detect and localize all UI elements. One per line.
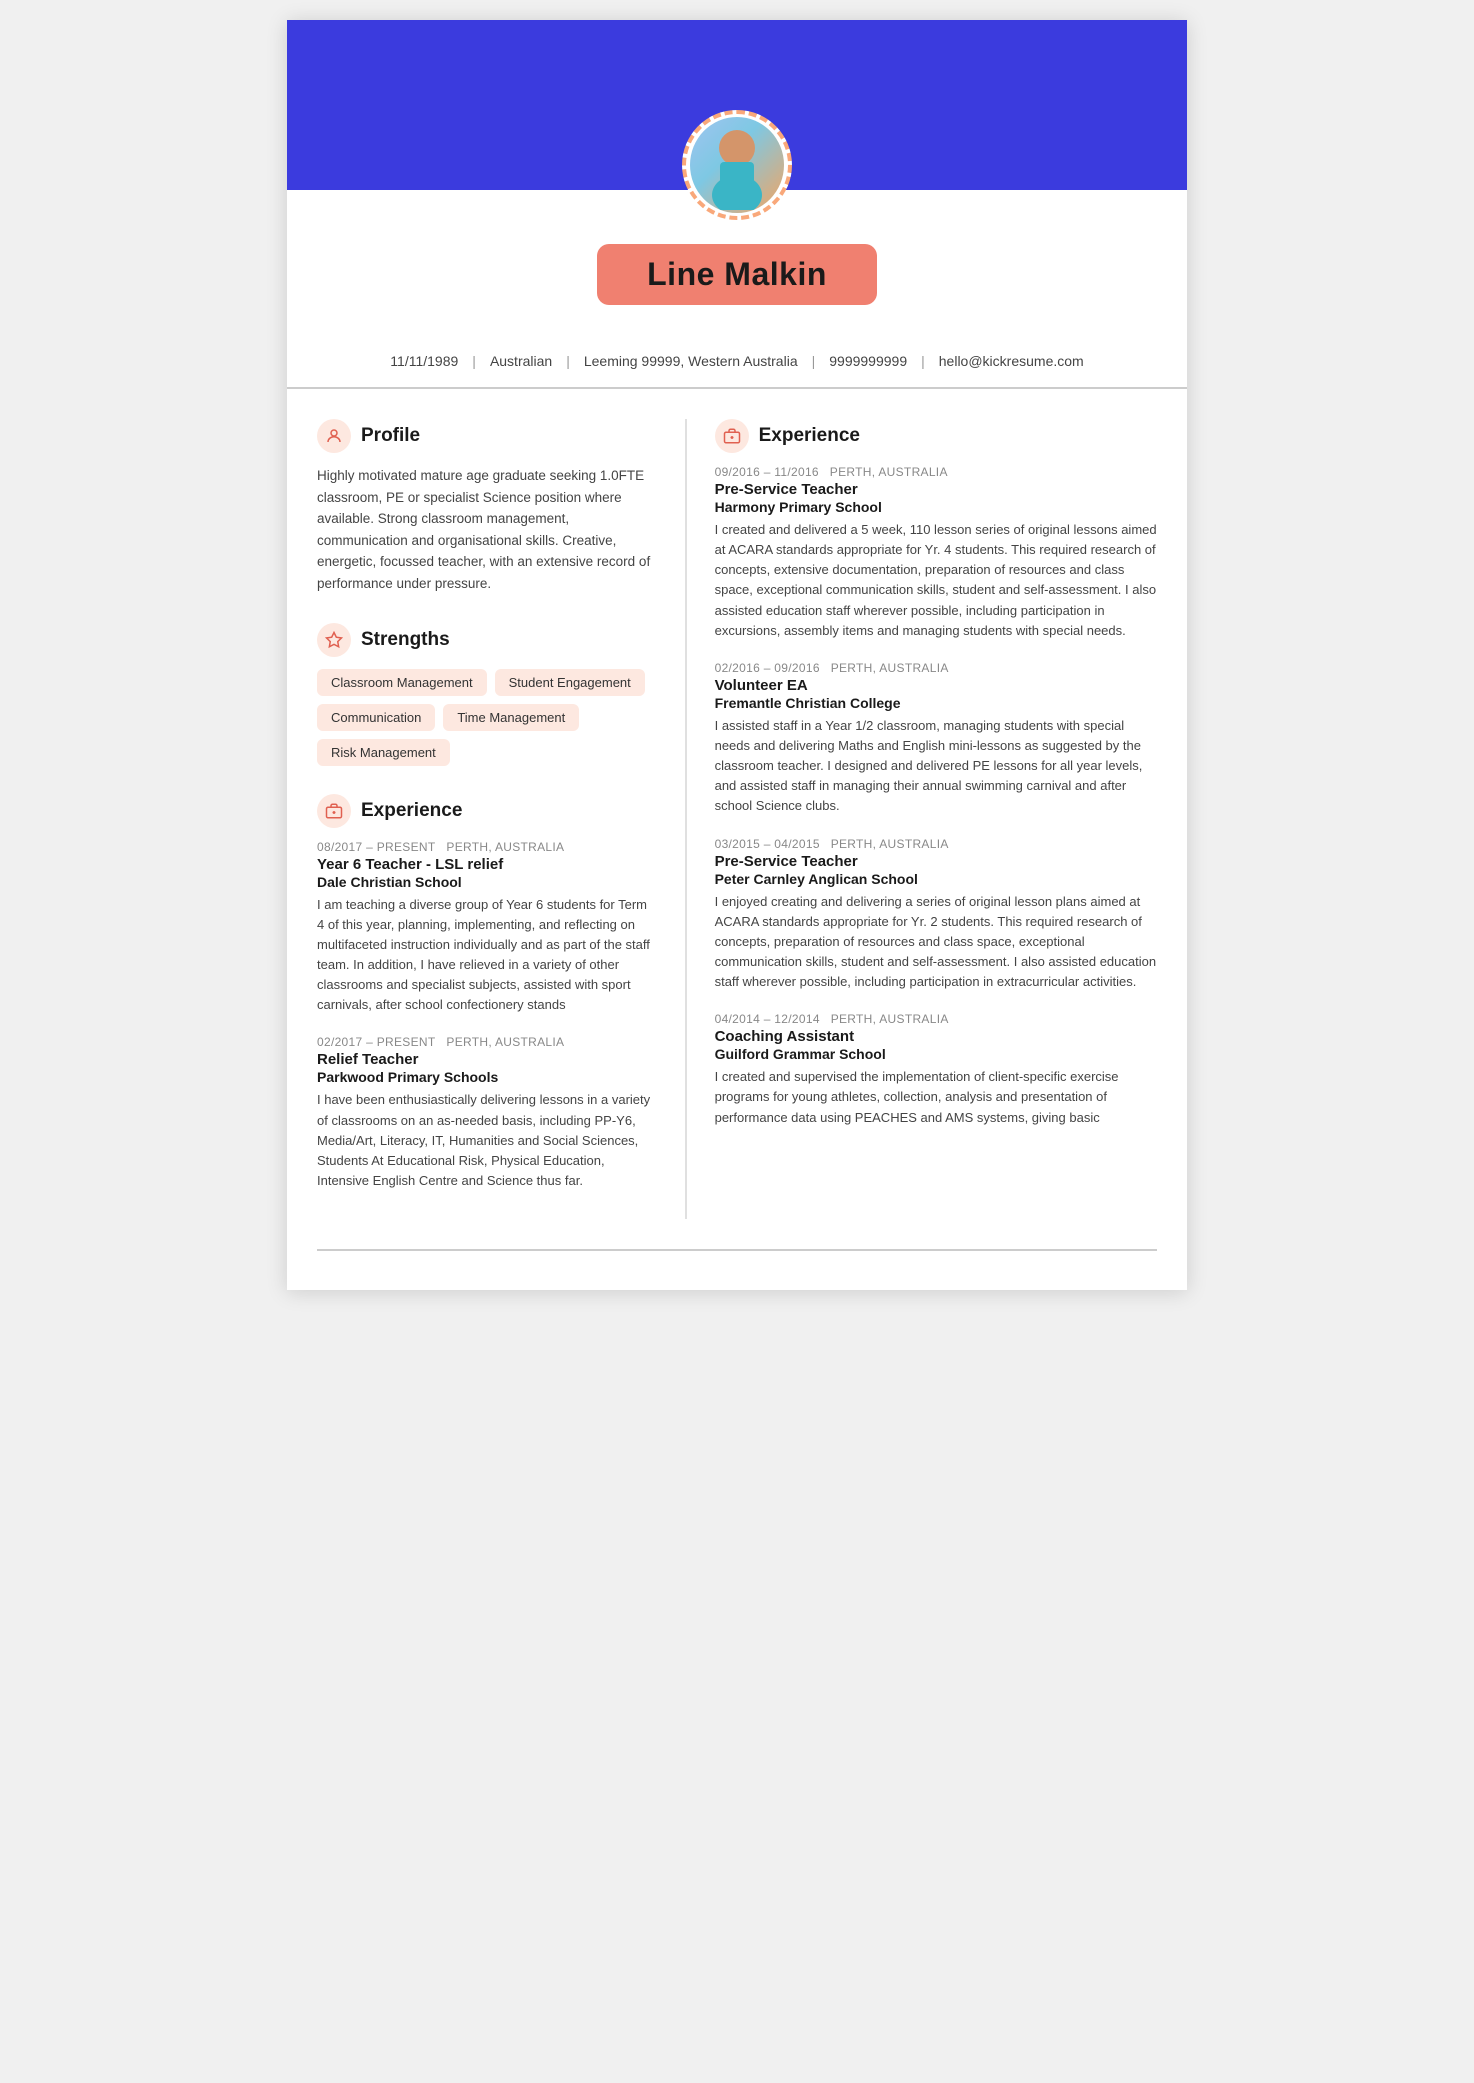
contact-address: Leeming 99999, Western Australia	[570, 353, 812, 369]
left-exp-icon	[317, 794, 351, 828]
right-column: Experience 09/2016 – 11/2016 PERTH, AUST…	[687, 419, 1157, 1219]
exp-desc: I enjoyed creating and delivering a seri…	[715, 892, 1157, 993]
exp-desc: I have been enthusiastically delivering …	[317, 1090, 657, 1191]
name-banner: Line Malkin	[597, 244, 877, 305]
body-columns: Profile Highly motivated mature age grad…	[287, 389, 1187, 1249]
profile-header: Profile	[317, 419, 657, 453]
strength-tag: Time Management	[443, 704, 579, 731]
exp-title: Pre-Service Teacher	[715, 481, 1157, 498]
strength-tag: Risk Management	[317, 739, 450, 766]
right-exp-icon	[715, 419, 749, 453]
exp-desc: I created and delivered a 5 week, 110 le…	[715, 520, 1157, 641]
strength-tag: Classroom Management	[317, 669, 487, 696]
left-column: Profile Highly motivated mature age grad…	[317, 419, 687, 1219]
right-exp-entry: 04/2014 – 12/2014 PERTH, AUSTRALIA Coach…	[715, 1012, 1157, 1127]
contact-nationality: Australian	[476, 353, 566, 369]
candidate-name: Line Malkin	[647, 256, 827, 293]
profile-title: Profile	[361, 425, 420, 447]
left-exp-entry: 02/2017 – PRESENT PERTH, AUSTRALIA Relie…	[317, 1035, 657, 1191]
exp-desc: I assisted staff in a Year 1/2 classroom…	[715, 716, 1157, 817]
exp-title: Pre-Service Teacher	[715, 853, 1157, 870]
exp-meta: 02/2017 – PRESENT PERTH, AUSTRALIA	[317, 1035, 657, 1049]
strengths-section: Strengths Classroom Management Student En…	[317, 623, 657, 766]
exp-meta: 03/2015 – 04/2015 PERTH, AUSTRALIA	[715, 837, 1157, 851]
exp-title: Relief Teacher	[317, 1051, 657, 1068]
exp-title: Volunteer EA	[715, 677, 1157, 694]
contact-bar: 11/11/1989 | Australian | Leeming 99999,…	[287, 335, 1187, 389]
right-exp-entry: 09/2016 – 11/2016 PERTH, AUSTRALIA Pre-S…	[715, 465, 1157, 641]
strength-tag: Student Engagement	[495, 669, 645, 696]
left-experience-header: Experience	[317, 794, 657, 828]
right-exp-entry: 03/2015 – 04/2015 PERTH, AUSTRALIA Pre-S…	[715, 837, 1157, 993]
exp-company: Harmony Primary School	[715, 499, 1157, 515]
right-exp-entry: 02/2016 – 09/2016 PERTH, AUSTRALIA Volun…	[715, 661, 1157, 817]
profile-section: Profile Highly motivated mature age grad…	[317, 419, 657, 595]
strengths-header: Strengths	[317, 623, 657, 657]
strengths-title: Strengths	[361, 629, 450, 651]
header-banner	[287, 20, 1187, 190]
exp-meta: 02/2016 – 09/2016 PERTH, AUSTRALIA	[715, 661, 1157, 675]
right-exp-entries: 09/2016 – 11/2016 PERTH, AUSTRALIA Pre-S…	[715, 465, 1157, 1128]
exp-title: Coaching Assistant	[715, 1028, 1157, 1045]
left-exp-title: Experience	[361, 800, 462, 822]
right-experience-header: Experience	[715, 419, 1157, 453]
exp-company: Fremantle Christian College	[715, 695, 1157, 711]
exp-company: Peter Carnley Anglican School	[715, 871, 1157, 887]
right-exp-title: Experience	[759, 425, 860, 447]
exp-company: Dale Christian School	[317, 874, 657, 890]
exp-desc: I am teaching a diverse group of Year 6 …	[317, 895, 657, 1016]
exp-company: Parkwood Primary Schools	[317, 1069, 657, 1085]
profile-icon	[317, 419, 351, 453]
exp-desc: I created and supervised the implementat…	[715, 1067, 1157, 1127]
exp-meta: 08/2017 – PRESENT PERTH, AUSTRALIA	[317, 840, 657, 854]
left-experience-section: Experience 08/2017 – PRESENT PERTH, AUST…	[317, 794, 657, 1192]
exp-company: Guilford Grammar School	[715, 1046, 1157, 1062]
contact-email: hello@kickresume.com	[925, 353, 1098, 369]
contact-phone: 9999999999	[815, 353, 921, 369]
left-exp-entries: 08/2017 – PRESENT PERTH, AUSTRALIA Year …	[317, 840, 657, 1192]
right-experience-section: Experience 09/2016 – 11/2016 PERTH, AUST…	[715, 419, 1157, 1128]
resume-container: Line Malkin 11/11/1989 | Australian | Le…	[287, 20, 1187, 1290]
strengths-icon	[317, 623, 351, 657]
exp-meta: 04/2014 – 12/2014 PERTH, AUSTRALIA	[715, 1012, 1157, 1026]
strength-tag: Communication	[317, 704, 435, 731]
left-exp-entry: 08/2017 – PRESENT PERTH, AUSTRALIA Year …	[317, 840, 657, 1016]
profile-text: Highly motivated mature age graduate see…	[317, 465, 657, 595]
tag-container: Classroom Management Student Engagement Co…	[317, 669, 657, 766]
contact-dob: 11/11/1989	[376, 353, 472, 369]
footer-divider	[317, 1249, 1157, 1265]
exp-title: Year 6 Teacher - LSL relief	[317, 856, 657, 873]
exp-meta: 09/2016 – 11/2016 PERTH, AUSTRALIA	[715, 465, 1157, 479]
